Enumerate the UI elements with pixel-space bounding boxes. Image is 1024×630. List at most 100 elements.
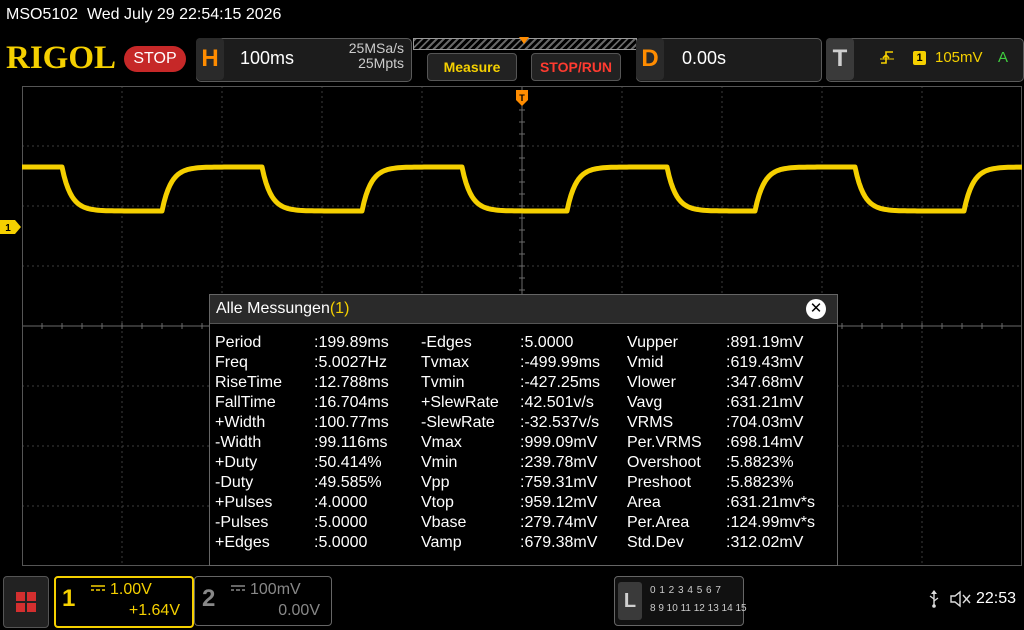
horizontal-letter: H [196, 38, 224, 80]
trigger-level: 105mV [935, 49, 983, 66]
dialog-title-text: Alle Messungen [216, 300, 330, 317]
measurement-value: :631.21mv*s [726, 494, 815, 511]
measurement-value: :5.0000 [520, 334, 574, 351]
logic-channels-high: 8 9 10 11 12 13 14 15 [650, 603, 747, 614]
logic-channels-low: 0 1 2 3 4 5 6 7 [650, 585, 722, 596]
logic-letter: L [618, 582, 642, 620]
measurement-value: :12.788ms [314, 374, 389, 391]
measurement-value: :-32.537v/s [520, 414, 600, 431]
datetime: Wed July 29 22:54:15 2026 [86, 6, 282, 23]
measurement-value: :279.74mV [520, 514, 598, 531]
delay-letter: D [636, 38, 664, 80]
channel-2-offset: 0.00V [278, 602, 320, 619]
model-name: MSO5102 [6, 6, 79, 23]
menu-icon[interactable] [3, 576, 49, 628]
measurement-name: Overshoot [627, 454, 701, 471]
measurement-name: -Pulses [215, 514, 269, 531]
measurement-name: Tvmin [421, 374, 465, 391]
measurement-name: Vlower [627, 374, 676, 391]
measurement-name: Tvmax [421, 354, 469, 371]
measurement-name: Period [215, 334, 262, 351]
measurement-value: :698.14mV [726, 434, 804, 451]
measurement-name: Freq [215, 354, 248, 371]
measurement-name: -SlewRate [421, 414, 495, 431]
measurement-value: :999.09mV [520, 434, 598, 451]
sample-info: 25MSa/s 25Mpts [318, 41, 404, 71]
trigger-letter: T [826, 38, 854, 80]
measurement-name: FallTime [215, 394, 276, 411]
measurement-value: :100.77ms [314, 414, 389, 431]
measurement-value: :5.8823% [726, 474, 794, 491]
measurement-name: Vtop [421, 494, 454, 511]
channel-2-number: 2 [202, 585, 216, 612]
measurement-value: :5.8823% [726, 454, 794, 471]
measure-button[interactable]: Measure [427, 53, 517, 81]
measurement-value: :16.704ms [314, 394, 389, 411]
measurement-value: :5.0000 [314, 514, 368, 531]
channel-1-offset: +1.64V [128, 602, 180, 619]
measurement-name: Vupper [627, 334, 678, 351]
measurement-value: :49.585% [314, 474, 382, 491]
measurement-name: Preshoot [627, 474, 692, 491]
measurement-value: :5.0000 [314, 534, 368, 551]
speaker-muted-icon[interactable] [950, 590, 972, 608]
memory-depth: 25Mpts [358, 55, 404, 71]
delay-value: 0.00s [682, 48, 727, 68]
measurement-value: :124.99mv*s [726, 514, 815, 531]
measurement-value: :4.0000 [314, 494, 368, 511]
measurement-name: Area [627, 494, 661, 511]
measurement-value: :679.38mV [520, 534, 598, 551]
measurement-value: :-499.99ms [520, 354, 601, 371]
measurement-name: +SlewRate [421, 394, 499, 411]
stop-run-button[interactable]: STOP/RUN [531, 53, 621, 81]
measurement-name: Vpp [421, 474, 450, 491]
trigger-source-badge: 1 [913, 51, 926, 65]
measurement-value: :5.0027Hz [314, 354, 387, 371]
dc-coupling-icon [231, 585, 245, 591]
measurement-name: Vmid [627, 354, 664, 371]
rising-edge-icon [880, 51, 894, 64]
measurement-name: +Duty [215, 454, 258, 471]
measurement-value: :199.89ms [314, 334, 389, 351]
measurement-name: Vbase [421, 514, 467, 531]
system-clock: 22:53 [976, 590, 1017, 607]
measurement-name: Std.Dev [627, 534, 684, 551]
trigger-time-marker-icon[interactable]: T [516, 90, 528, 106]
channel-1-number: 1 [62, 585, 76, 612]
measurement-name: -Duty [215, 474, 254, 491]
model-datetime: MSO5102 Wed July 29 22:54:15 2026 [6, 6, 281, 24]
trigger-position-marker-icon [519, 37, 529, 44]
measurement-name: Vmin [421, 454, 458, 471]
measurement-value: :99.116ms [314, 434, 388, 451]
all-measurements-dialog[interactable]: Alle Messungen(1) ✕ Period :199.89ms Freq:… [209, 294, 838, 566]
measurement-value: :619.43mV [726, 354, 804, 371]
channel-1-ground-marker[interactable]: 1 [0, 220, 22, 234]
timebase-value: 100ms [240, 48, 295, 68]
run-state-badge[interactable]: STOP [124, 46, 186, 72]
dialog-title: Alle Messungen(1) [216, 300, 349, 318]
measurement-value: :959.12mV [520, 494, 598, 511]
measurement-name: Vavg [627, 394, 663, 411]
dialog-title-channel: (1) [329, 300, 350, 317]
svg-text:T: T [519, 93, 525, 103]
measurement-value: :891.19mV [726, 334, 804, 351]
rigol-logo: RIGOL [6, 40, 117, 76]
measurement-name: Vamp [421, 534, 462, 551]
channel-1-marker-label: 1 [5, 223, 11, 234]
measurement-name: VRMS [627, 414, 674, 431]
measurement-name: +Width [215, 414, 266, 431]
channel-2-scale: 100mV [250, 581, 301, 598]
measurement-value: :312.02mV [726, 534, 804, 551]
measurement-name: -Width [215, 434, 262, 451]
measurement-name: +Pulses [215, 494, 273, 511]
measurement-value: :347.68mV [726, 374, 804, 391]
measurement-value: :-427.25ms [520, 374, 601, 391]
measurement-value: :42.501v/s [520, 394, 594, 411]
measurement-name: Per.Area [627, 514, 690, 531]
close-icon[interactable]: ✕ [806, 299, 826, 319]
measurement-name: Per.VRMS [627, 434, 702, 451]
measurement-value: :704.03mV [726, 414, 804, 431]
measurement-value: :239.78mV [520, 454, 598, 471]
measurement-name: +Edges [215, 534, 270, 551]
dc-coupling-icon [91, 585, 105, 591]
